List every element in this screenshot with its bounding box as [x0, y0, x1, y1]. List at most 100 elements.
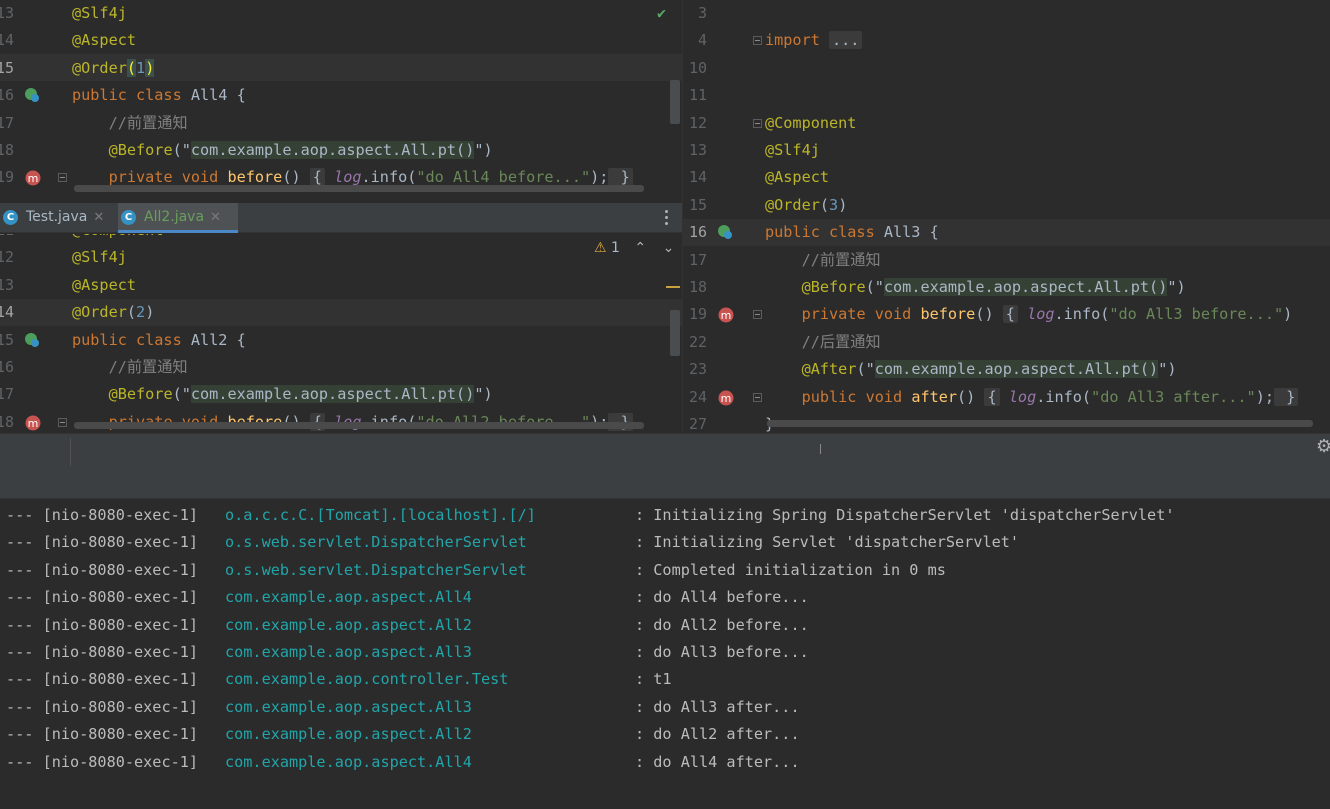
code-token: .info( [1054, 305, 1110, 324]
code-line[interactable]: @Slf4j [765, 137, 820, 164]
vertical-scrollbar[interactable] [670, 80, 680, 124]
code-token: (" [172, 141, 191, 159]
code-line[interactable]: @Before("com.example.aop.aspect.All.pt()… [72, 381, 493, 408]
fold-icon[interactable] [753, 392, 762, 402]
log-logger-name[interactable]: com.example.aop.aspect.All2 [225, 612, 472, 639]
next-highlight-icon[interactable]: ⌄ [663, 240, 675, 256]
code-token: private void [108, 168, 228, 187]
code-line[interactable]: @Slf4j [72, 244, 127, 271]
code-token: @Order [72, 58, 127, 77]
close-icon[interactable]: ✕ [210, 210, 221, 225]
code-line[interactable]: public void after() { log.info("do All3 … [765, 384, 1299, 411]
console-line[interactable]: --- [nio-8080-exec-1] o.a.c.c.C.[Tomcat].… [6, 502, 1326, 529]
console-line[interactable]: --- [nio-8080-exec-1] o.s.web.servlet.Dis… [6, 557, 1326, 584]
aspect-advice-icon[interactable]: m [717, 389, 734, 406]
fold-icon[interactable] [753, 118, 762, 128]
more-tabs-icon[interactable] [664, 209, 670, 227]
log-logger-name[interactable]: com.example.aop.aspect.All4 [225, 584, 472, 611]
settings-icon[interactable]: ⚙ [1316, 436, 1330, 457]
line-number: 11 [688, 86, 707, 105]
line-number: 10 [688, 58, 707, 77]
code-line[interactable]: @Slf4j [72, 0, 127, 27]
fold-icon[interactable] [753, 36, 762, 46]
spring-bean-icon[interactable] [24, 87, 40, 103]
line-number: 16 [0, 358, 14, 376]
log-logger-name[interactable]: com.example.aop.aspect.All2 [225, 721, 472, 748]
code-line[interactable]: @Aspect [72, 272, 136, 299]
code-token: "do All3 after..." [1091, 387, 1256, 406]
code-line[interactable]: @Component [72, 234, 163, 244]
code-line[interactable]: @Component [765, 110, 856, 137]
log-logger-name[interactable]: com.example.aop.aspect.All3 [225, 639, 472, 666]
code-line[interactable]: @Order(3) [765, 192, 847, 219]
log-message: : do All3 before... [635, 643, 809, 661]
code-token: @Slf4j [72, 4, 127, 22]
code-line[interactable]: @After("com.example.aop.aspect.All.pt()"… [765, 356, 1177, 383]
code-line[interactable]: @Aspect [765, 164, 829, 191]
horizontal-scrollbar[interactable] [74, 422, 644, 429]
code-line[interactable]: //后置通知 [765, 329, 881, 356]
log-logger-name[interactable]: o.s.web.servlet.DispatcherServlet [225, 557, 527, 584]
log-logger-name[interactable]: com.example.aop.aspect.All3 [225, 694, 472, 721]
aspect-advice-icon[interactable]: m [24, 169, 41, 186]
line-number: 23 [688, 360, 707, 379]
code-token: public void [801, 387, 912, 406]
fold-icon[interactable] [58, 173, 67, 183]
vertical-scrollbar[interactable] [670, 310, 680, 356]
spring-bean-icon[interactable] [717, 224, 733, 240]
previous-highlight-icon[interactable]: ⌃ [634, 240, 646, 256]
console-line[interactable]: --- [nio-8080-exec-1] com.example.aop.con… [6, 666, 1326, 693]
fold-icon[interactable] [58, 417, 67, 427]
fold-icon[interactable] [753, 310, 762, 320]
aspect-advice-icon[interactable]: m [717, 306, 734, 323]
tab-all2-java[interactable]: C All2.java ✕ [118, 203, 238, 233]
editor-all2[interactable]: 11@Component12@Slf4j13@Aspect14@Order(2)… [0, 234, 682, 433]
code-line[interactable]: private void before() { log.info("do All… [72, 409, 633, 433]
log-message: : Completed initialization in 0 ms [635, 560, 946, 579]
tab-test-java[interactable]: C Test.java ✕ [0, 203, 116, 233]
log-logger-name[interactable]: o.a.c.c.C.[Tomcat].[localhost].[/] [225, 502, 536, 529]
code-line[interactable]: @Order(2) [72, 299, 154, 326]
close-icon[interactable]: ✕ [93, 210, 104, 225]
code-line[interactable]: private void before() { log.info("do All… [765, 301, 1292, 328]
console-line[interactable]: --- [nio-8080-exec-1] com.example.aop.asp… [6, 749, 1326, 776]
console-line[interactable]: --- [nio-8080-exec-1] com.example.aop.asp… [6, 721, 1326, 748]
inspection-widget[interactable]: ⚠ 1 ⌃ ⌄ [594, 240, 674, 256]
code-line[interactable]: //前置通知 [72, 354, 188, 381]
editor-all3[interactable]: 3 4 import ... 10 11 12 @Component 13 @Slf4j 14 @A… [683, 0, 1330, 433]
code-token: @Aspect [765, 168, 830, 187]
console-output[interactable]: --- [nio-8080-exec-1] o.a.c.c.C.[Tomcat].… [0, 499, 1330, 809]
code-line[interactable]: @Before("com.example.aop.aspect.All.pt()… [72, 137, 493, 164]
console-line[interactable]: --- [nio-8080-exec-1] com.example.aop.asp… [6, 612, 1326, 639]
svg-text:m: m [28, 172, 39, 185]
editor-all4[interactable]: 13 @Slf4j 14 @Aspect 15 @Order(1) 16 public cla… [0, 0, 682, 203]
horizontal-scrollbar[interactable] [74, 185, 644, 192]
code-line[interactable]: @Order(1) [72, 55, 155, 82]
console-line[interactable]: --- [nio-8080-exec-1] com.example.aop.asp… [6, 694, 1326, 721]
console-line[interactable]: --- [nio-8080-exec-1] com.example.aop.asp… [6, 639, 1326, 666]
aspect-advice-icon[interactable]: m [24, 414, 41, 431]
code-line[interactable]: //前置通知 [72, 110, 188, 137]
code-line[interactable]: //前置通知 [765, 247, 881, 274]
code-token: ) [145, 58, 155, 77]
code-line[interactable]: public class All2 { [72, 327, 246, 354]
code-token: ) [145, 303, 155, 322]
log-thread: --- [nio-8080-exec-1] [6, 643, 199, 661]
log-logger-name[interactable]: o.s.web.servlet.DispatcherServlet [225, 529, 527, 556]
log-logger-name[interactable]: com.example.aop.aspect.All4 [225, 749, 472, 776]
code-line[interactable]: @Aspect [72, 27, 136, 54]
warning-marker[interactable] [666, 286, 680, 288]
code-line[interactable]: import ... [765, 27, 863, 54]
console-line[interactable]: --- [nio-8080-exec-1] o.s.web.servlet.Dis… [6, 529, 1326, 556]
horizontal-scrollbar[interactable] [767, 420, 1313, 427]
console-line[interactable]: --- [nio-8080-exec-1] com.example.aop.asp… [6, 584, 1326, 611]
code-token: ); [1255, 387, 1274, 406]
code-line[interactable]: public class All4 { [72, 82, 246, 109]
log-thread: --- [nio-8080-exec-1] [6, 752, 199, 771]
code-line[interactable]: @Before("com.example.aop.aspect.All.pt()… [765, 274, 1186, 301]
code-line[interactable]: public class All3 { [765, 219, 939, 246]
log-logger-name[interactable]: com.example.aop.controller.Test [225, 666, 508, 693]
spring-bean-icon[interactable] [24, 332, 40, 348]
log-message: : do All4 after... [635, 752, 800, 771]
